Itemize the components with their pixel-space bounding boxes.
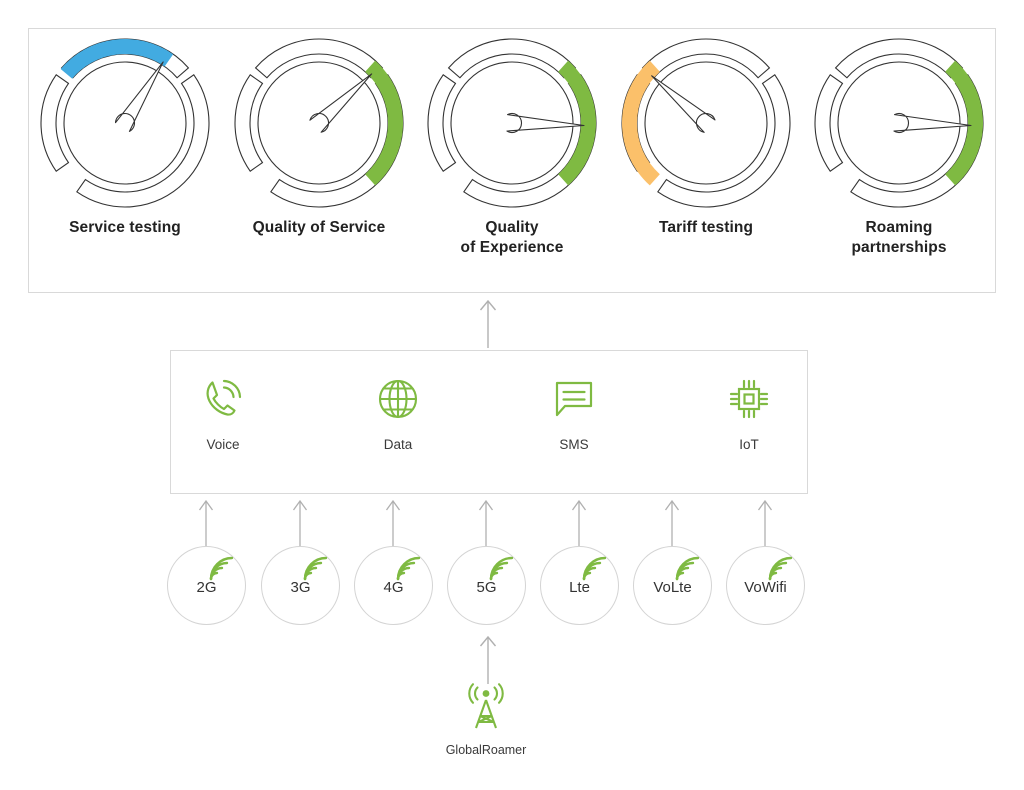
tech-label-vowifi: VoWifi xyxy=(744,578,787,596)
gauge-quality-of-experience xyxy=(427,38,597,208)
gauge-tariff-testing xyxy=(621,38,791,208)
arrow-3g-to-services xyxy=(292,499,308,546)
gauge-ring-segment xyxy=(641,38,771,79)
message-bubble-icon xyxy=(555,381,593,417)
gauge-label-roaming-partnerships: Roaming partnerships xyxy=(851,219,947,257)
message-bubble-icon-wrap xyxy=(519,373,629,425)
arrow-vowifi-to-services xyxy=(757,499,773,546)
gauge-cell-roaming-partnerships[interactable]: Roaming partnerships xyxy=(802,34,996,299)
phone-call-icon-wrap xyxy=(168,373,278,425)
globe-icon xyxy=(378,379,418,419)
tech-label-4g: 4G xyxy=(383,578,404,596)
service-label-sms: SMS xyxy=(559,437,589,452)
gauge-value-arc xyxy=(622,60,660,186)
service-label-iot: IoT xyxy=(739,437,759,452)
arrow-5g-to-services xyxy=(478,499,494,546)
service-label-data: Data xyxy=(383,437,413,452)
diagram-root: Service testing Quality of Service Quality… xyxy=(0,0,1024,790)
gauge-needle xyxy=(309,73,373,133)
gauge-label-quality-of-service: Quality of Service xyxy=(252,219,386,236)
tech-circle-3g[interactable]: 3G xyxy=(261,546,340,625)
gauge-label-tariff-testing: Tariff testing xyxy=(658,219,754,236)
tech-circle-4g[interactable]: 4G xyxy=(354,546,433,625)
gauge-quality-of-service xyxy=(234,38,404,208)
arrow-4g-to-services xyxy=(385,499,401,546)
gauge-roaming-partnerships xyxy=(814,38,984,208)
service-data[interactable]: Data xyxy=(343,373,453,452)
tech-circle-2g[interactable]: 2G xyxy=(167,546,246,625)
tech-label-5g: 5G xyxy=(476,578,497,596)
service-iot[interactable]: IoT xyxy=(694,373,804,452)
arrow-services-to-gauges xyxy=(479,299,497,348)
tech-label-2g: 2G xyxy=(196,578,217,596)
tech-label-lte: Lte xyxy=(569,578,590,596)
tech-label-volte: VoLte xyxy=(653,578,692,596)
gauge-cell-quality-of-experience[interactable]: Quality of Experience xyxy=(415,34,609,299)
gauge-ring-segment xyxy=(447,38,577,79)
operator-label: GlobalRoamer xyxy=(445,743,527,757)
gauge-value-arc xyxy=(365,60,403,186)
service-voice[interactable]: Voice xyxy=(168,373,278,452)
services-panel: Voice Data SMS IoT xyxy=(170,350,808,494)
operator-node[interactable]: GlobalRoamer xyxy=(440,678,532,757)
gauge-label-service-testing: Service testing xyxy=(69,219,181,236)
gauge-dial-circle xyxy=(63,61,187,185)
tech-label-3g: 3G xyxy=(290,578,311,596)
gauge-cell-tariff-testing[interactable]: Tariff testing xyxy=(609,34,803,299)
phone-call-icon xyxy=(206,379,242,416)
gauge-ring-segment xyxy=(834,38,964,79)
tech-circle-lte[interactable]: Lte xyxy=(540,546,619,625)
gauge-needle xyxy=(651,75,716,133)
arrow-lte-to-services xyxy=(571,499,587,546)
chip-icon xyxy=(729,379,769,419)
tech-circle-vowifi[interactable]: VoWifi xyxy=(726,546,805,625)
gauge-ring-segment xyxy=(254,38,384,79)
gauge-service-testing xyxy=(40,38,210,208)
gauge-cell-service-testing[interactable]: Service testing xyxy=(28,34,222,299)
arrow-volte-to-services xyxy=(664,499,680,546)
globe-icon-wrap xyxy=(343,373,453,425)
gauge-label-quality-of-experience: Quality of Experience xyxy=(460,219,564,257)
service-label-voice: Voice xyxy=(206,437,240,452)
cell-tower-icon xyxy=(468,683,504,729)
arrow-2g-to-services xyxy=(198,499,214,546)
gauge-cell-quality-of-service[interactable]: Quality of Service xyxy=(222,34,416,299)
chip-icon-wrap xyxy=(694,373,804,425)
tech-circle-volte[interactable]: VoLte xyxy=(633,546,712,625)
gauge-dial-circle xyxy=(644,61,768,185)
tech-circle-5g[interactable]: 5G xyxy=(447,546,526,625)
arrow-operator-to-5g xyxy=(479,635,497,684)
gauge-needle xyxy=(114,61,164,132)
gauge-dial-circle xyxy=(257,61,381,185)
service-sms[interactable]: SMS xyxy=(519,373,629,452)
